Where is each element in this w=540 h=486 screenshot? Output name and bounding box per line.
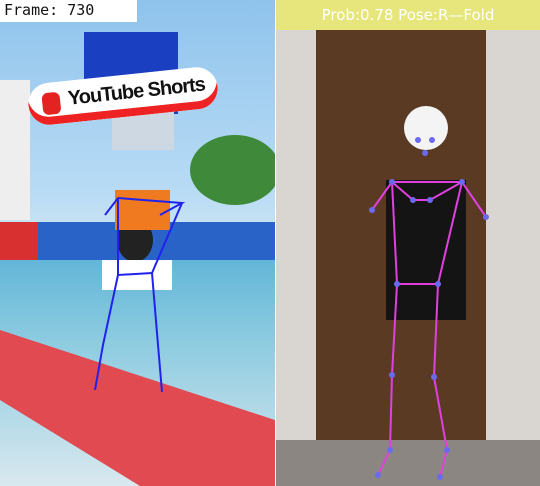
frame-counter: Frame: 730 [0,0,137,22]
webcam-panel: Prob:0.78 Pose:R—Fold [276,0,540,486]
floor [276,440,540,486]
person-cap [404,106,448,150]
shorts-icon [41,91,62,116]
building [0,80,30,220]
pose-status-bar: Prob:0.78 Pose:R—Fold [276,0,540,30]
source-video-panel: Frame: 730 YouTube Shorts [0,0,275,486]
court-stripe [0,330,275,486]
right-scene [276,30,540,486]
trees [190,135,275,205]
